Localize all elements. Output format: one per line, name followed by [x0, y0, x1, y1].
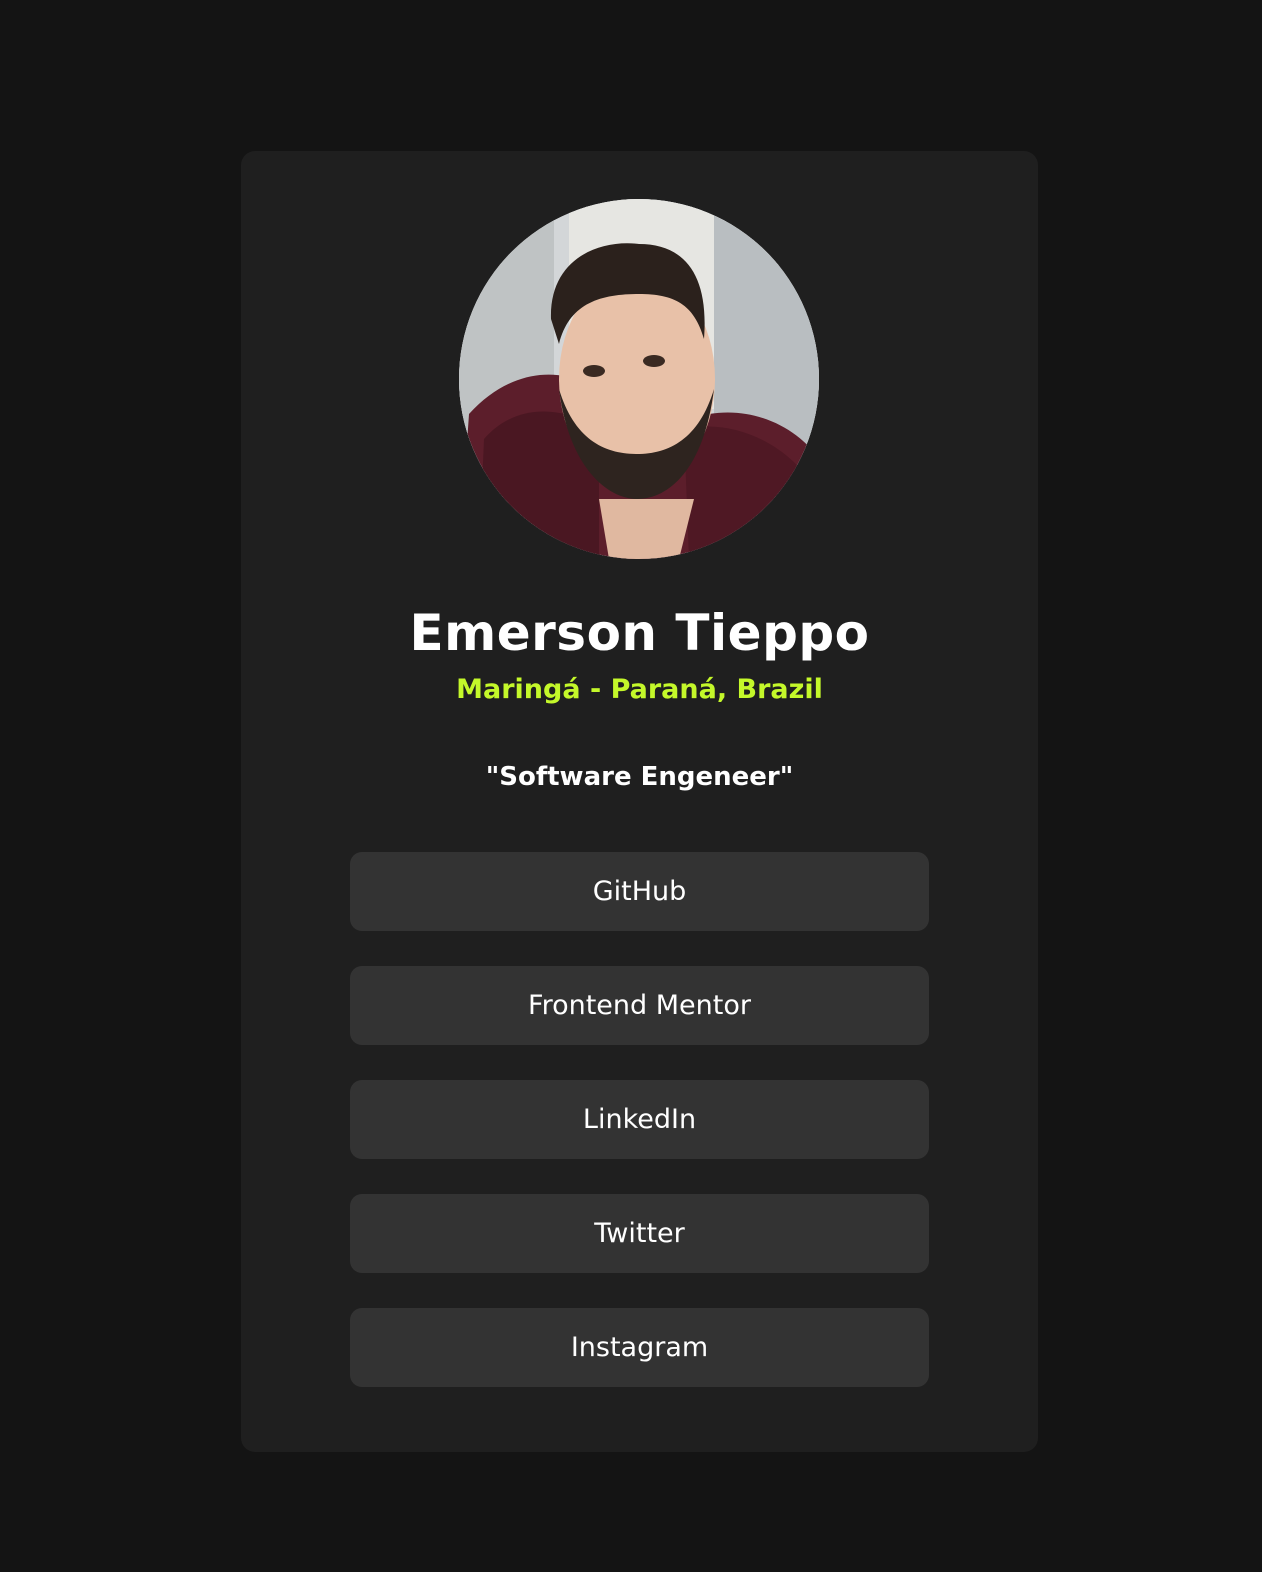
twitter-link-button[interactable]: Twitter	[350, 1194, 929, 1273]
avatar	[459, 199, 819, 559]
avatar-photo	[459, 199, 819, 559]
linkedin-link-button[interactable]: LinkedIn	[350, 1080, 929, 1159]
profile-name: Emerson Tieppo	[409, 604, 870, 662]
profile-location: Maringá - Paraná, Brazil	[456, 674, 823, 705]
frontend-mentor-link-button[interactable]: Frontend Mentor	[350, 966, 929, 1045]
profile-bio: "Software Engeneer"	[485, 762, 794, 792]
instagram-link-button[interactable]: Instagram	[350, 1308, 929, 1387]
profile-card: Emerson Tieppo Maringá - Paraná, Brazil …	[241, 151, 1038, 1452]
github-link-button[interactable]: GitHub	[350, 852, 929, 931]
social-links-list: GitHub Frontend Mentor LinkedIn Twitter …	[350, 852, 929, 1422]
